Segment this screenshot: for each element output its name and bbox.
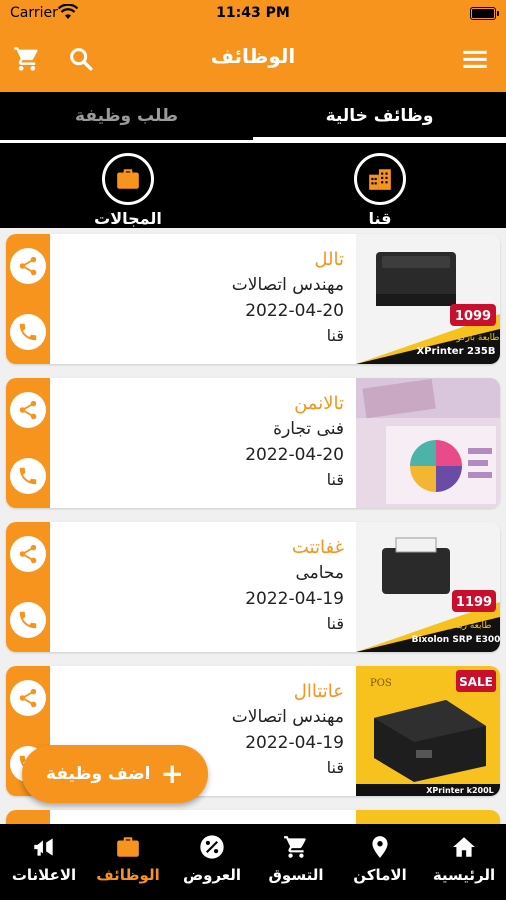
thumb-caption: Bixolon SRP E300 bbox=[412, 635, 500, 645]
job-title: تالانمن bbox=[294, 393, 344, 414]
job-info: عاتتاال مهندس اتصالات 2022-04-19 قنا bbox=[232, 680, 344, 780]
percent-badge-icon bbox=[170, 832, 254, 862]
job-date: 2022-04-19 bbox=[245, 589, 344, 609]
phone-icon bbox=[19, 467, 37, 485]
nav-shopping[interactable]: التسوق bbox=[254, 832, 338, 884]
categories-filter[interactable]: المجالات bbox=[68, 153, 188, 228]
job-date: 2022-04-19 bbox=[245, 733, 344, 753]
job-card[interactable]: تالانمن فنى تجارة 2022-04-20 قنا bbox=[6, 378, 500, 508]
thumb-caption: XPrinter k200L bbox=[426, 786, 494, 795]
job-place: قنا bbox=[326, 614, 344, 633]
battery-icon bbox=[470, 7, 499, 20]
thumb-caption: XPrinter 235B bbox=[417, 346, 496, 357]
city-filter-label: قنا bbox=[368, 209, 392, 228]
job-date: 2022-04-20 bbox=[245, 445, 344, 465]
thumb-brand: POS bbox=[370, 678, 392, 689]
job-field: فنى تجارة bbox=[273, 419, 344, 439]
job-image bbox=[356, 810, 500, 824]
add-job-button[interactable]: اضف وظيفة + bbox=[22, 745, 208, 803]
job-card[interactable] bbox=[6, 810, 500, 824]
clock: 11:43 PM bbox=[216, 5, 290, 21]
nav-ads-label: الاعلانات bbox=[11, 866, 77, 884]
share-button[interactable] bbox=[10, 680, 46, 716]
tab-available-jobs[interactable]: وظائف خالية bbox=[253, 92, 506, 140]
card-action-strip bbox=[6, 810, 50, 824]
call-button[interactable] bbox=[10, 314, 46, 350]
call-button[interactable] bbox=[10, 458, 46, 494]
share-button[interactable] bbox=[10, 248, 46, 284]
briefcase-icon bbox=[86, 832, 170, 862]
nav-home[interactable]: الرئيسية bbox=[422, 832, 506, 884]
nav-offers-label: العروض bbox=[182, 866, 242, 884]
briefcase-icon bbox=[102, 153, 154, 205]
cart-icon bbox=[254, 832, 338, 862]
job-image: 1199 طابعة ريسيت Bixolon SRP E300 bbox=[356, 522, 500, 652]
city-filter[interactable]: قنا bbox=[320, 153, 440, 228]
nav-jobs-label: الوظائف bbox=[96, 866, 160, 884]
phone-icon bbox=[19, 611, 37, 629]
job-date: 2022-04-20 bbox=[245, 301, 344, 321]
nav-places[interactable]: الاماكن bbox=[338, 832, 422, 884]
location-pin-icon bbox=[338, 832, 422, 862]
buildings-icon bbox=[354, 153, 406, 205]
job-title: غفاتتت bbox=[291, 537, 344, 558]
plus-icon: + bbox=[160, 757, 184, 790]
nav-shopping-label: التسوق bbox=[268, 866, 324, 884]
job-info: تالل مهندس اتصالات 2022-04-20 قنا bbox=[232, 248, 344, 348]
job-info: تالانمن فنى تجارة 2022-04-20 قنا bbox=[245, 392, 344, 492]
job-title: تالل bbox=[314, 249, 344, 270]
megaphone-icon bbox=[2, 832, 86, 862]
categories-filter-label: المجالات bbox=[94, 209, 162, 228]
share-icon bbox=[19, 688, 37, 708]
job-field: مهندس اتصالات bbox=[231, 275, 344, 295]
page-title: الوظائف bbox=[210, 44, 296, 68]
jobs-list: تالل مهندس اتصالات 2022-04-20 قنا 1099 ط… bbox=[0, 228, 506, 824]
job-place: قنا bbox=[326, 326, 344, 345]
nav-ads[interactable]: الاعلانات bbox=[2, 832, 86, 884]
thumb-label: طابعة باركود bbox=[453, 333, 500, 343]
job-image bbox=[356, 378, 500, 508]
job-image: POS SALE XPrinter k200L bbox=[356, 666, 500, 796]
nav-jobs[interactable]: الوظائف bbox=[86, 832, 170, 884]
call-button[interactable] bbox=[10, 602, 46, 638]
menu-button[interactable] bbox=[458, 42, 492, 76]
share-icon bbox=[19, 544, 37, 564]
job-image: 1099 طابعة باركود XPrinter 235B bbox=[356, 234, 500, 364]
job-info: غفاتتت محامى 2022-04-19 قنا bbox=[245, 536, 344, 636]
thumb-label: طابعة ريسيت bbox=[441, 621, 492, 631]
add-job-label: اضف وظيفة bbox=[46, 764, 151, 784]
app-bar: الوظائف bbox=[0, 28, 506, 92]
job-field: مهندس اتصالات bbox=[231, 707, 344, 727]
thumb-price: 1099 bbox=[455, 309, 491, 324]
share-button[interactable] bbox=[10, 536, 46, 572]
job-card[interactable]: غفاتتت محامى 2022-04-19 قنا 1199 طابعة ر… bbox=[6, 522, 500, 652]
status-bar: Carrier 11:43 PM bbox=[0, 0, 506, 28]
job-title: عاتتاال bbox=[293, 681, 344, 702]
thumb-badge: SALE bbox=[459, 675, 493, 689]
tab-bar: وظائف خالية طلب وظيفة bbox=[0, 92, 506, 140]
job-place: قنا bbox=[326, 758, 344, 777]
filter-bar: قنا المجالات bbox=[0, 140, 506, 228]
job-card[interactable]: تالل مهندس اتصالات 2022-04-20 قنا 1099 ط… bbox=[6, 234, 500, 364]
nav-home-label: الرئيسية bbox=[432, 866, 496, 884]
share-icon bbox=[19, 256, 37, 276]
tab-job-request[interactable]: طلب وظيفة bbox=[0, 92, 253, 140]
nav-places-label: الاماكن bbox=[353, 866, 407, 884]
share-button[interactable] bbox=[10, 392, 46, 428]
job-field: محامى bbox=[295, 563, 344, 583]
bottom-nav: الرئيسية الاماكن التسوق العروض الوظائف ا… bbox=[0, 824, 506, 900]
home-icon bbox=[422, 832, 506, 862]
phone-icon bbox=[19, 323, 37, 341]
job-place: قنا bbox=[326, 470, 344, 489]
nav-offers[interactable]: العروض bbox=[170, 832, 254, 884]
share-icon bbox=[19, 400, 37, 420]
thumb-price: 1199 bbox=[456, 595, 492, 610]
hamburger-menu-icon bbox=[463, 50, 487, 68]
